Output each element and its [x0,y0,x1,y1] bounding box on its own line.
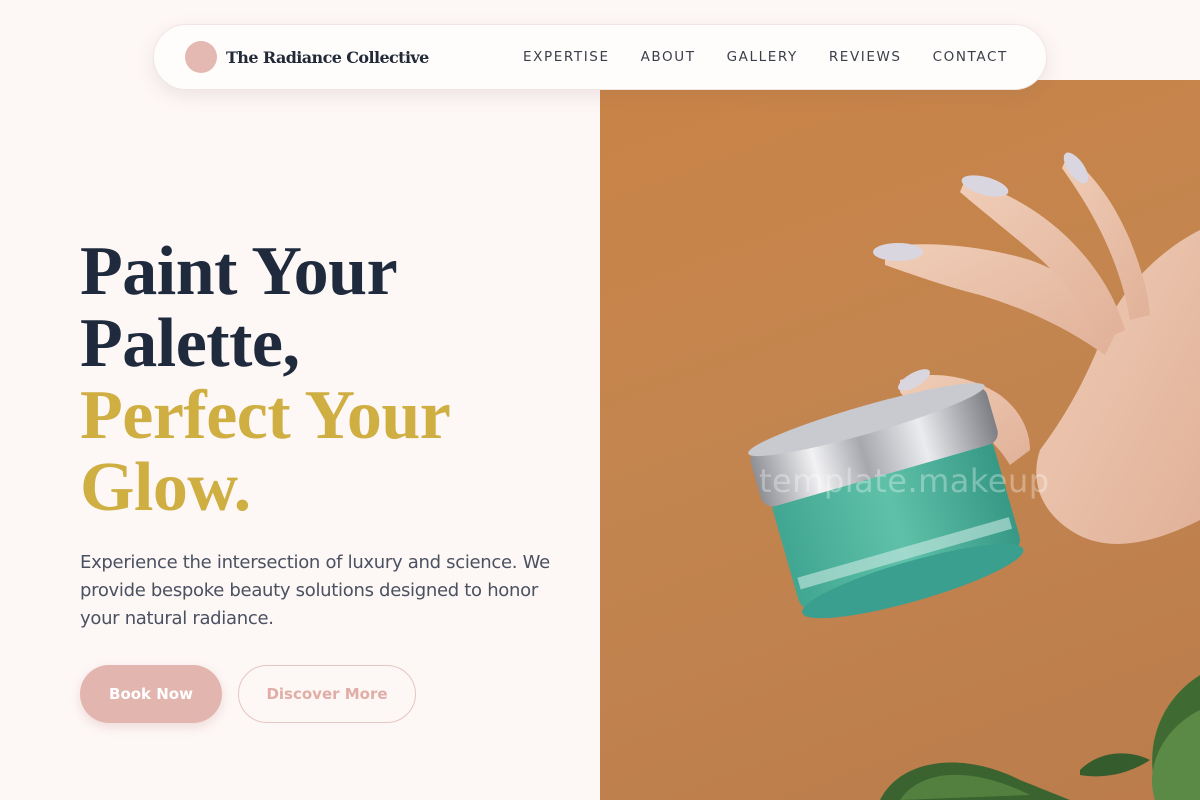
discover-more-button[interactable]: Discover More [238,665,416,723]
hand-holding-jar-illustration [748,152,1200,800]
nav-link-reviews[interactable]: REVIEWS [829,49,902,65]
headline-line-2: Palette, [80,305,300,382]
book-now-button[interactable]: Book Now [80,665,222,723]
headline-line-3: Perfect Your [80,377,451,454]
top-navigation: The Radiance Collective EXPERTISE ABOUT … [153,24,1047,90]
brand-name: The Radiance Collective [226,47,429,67]
nav-link-gallery[interactable]: GALLERY [727,49,798,65]
nav-link-about[interactable]: ABOUT [641,49,696,65]
headline-line-4: Glow. [80,449,251,526]
brand-logo-icon [185,41,217,73]
hero-subtext: Experience the intersection of luxury an… [80,552,550,629]
hero-image: template.makeup [600,80,1200,800]
nav-link-expertise[interactable]: EXPERTISE [523,49,610,65]
brand[interactable]: The Radiance Collective [185,41,429,73]
hero-headline: Paint Your Palette, Perfect Your Glow. [80,236,580,524]
headline-line-1: Paint Your [80,233,398,310]
nav-link-contact[interactable]: CONTACT [933,49,1008,65]
nav-links: EXPERTISE ABOUT GALLERY REVIEWS CONTACT [523,25,1008,89]
image-watermark: template.makeup [759,462,1050,500]
